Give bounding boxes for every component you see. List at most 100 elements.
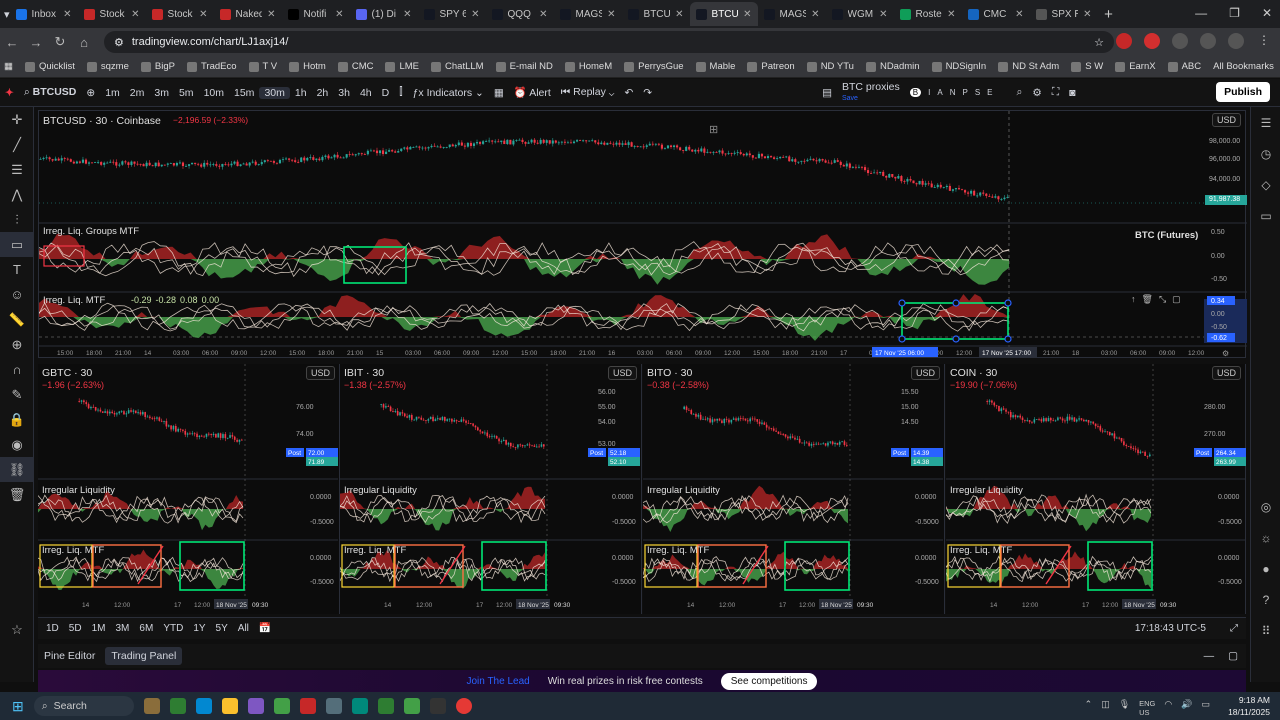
browser-tab[interactable]: Stock ✕ — [78, 2, 146, 26]
main-chart[interactable]: 98,000.00 96,000.00 94,000.00 91,987.38 0.50… — [38, 110, 1247, 358]
app-icon[interactable] — [403, 698, 420, 714]
maximize-panel-icon[interactable]: ▢ — [1228, 650, 1238, 662]
tab-close-icon[interactable]: ✕ — [403, 9, 411, 20]
alert-button[interactable]: ⏰ Alert — [509, 86, 556, 99]
tab-close-icon[interactable]: ✕ — [539, 9, 547, 20]
tv-logo-icon[interactable]: ✦ — [0, 87, 19, 99]
tab-close-icon[interactable]: ✕ — [675, 9, 683, 20]
undo-icon[interactable]: ↶ — [619, 87, 638, 99]
browser-tab[interactable]: Notifi ✕ — [282, 2, 350, 26]
app-icon[interactable] — [143, 698, 160, 714]
symbol-search[interactable]: ⌕ BTCUSD — [19, 86, 82, 99]
bookmark-item[interactable]: ND YTu — [806, 61, 854, 72]
sub-chart-ibit[interactable]: 56.00 55.00 54.00 53.00 Post 52.18 52.10 0.0000… — [340, 364, 642, 614]
browser-tab[interactable]: SPY 6 ✕ — [418, 2, 486, 26]
watchlist-icon[interactable]: ☰ — [1251, 107, 1280, 138]
bookmark-item[interactable]: Hotm — [289, 61, 326, 72]
ideas-icon[interactable]: ☼ — [1251, 522, 1280, 553]
tab-close-icon[interactable]: ✕ — [199, 9, 207, 20]
tray-chevron-icon[interactable]: ⌃ — [1085, 699, 1093, 717]
date-range-icon[interactable]: 📅 — [259, 623, 271, 634]
browser-tab[interactable]: Stock ✕ — [146, 2, 214, 26]
minimize-icon[interactable]: — — [1195, 6, 1207, 20]
interval-15m[interactable]: 15m — [229, 87, 259, 99]
letter-i-icon[interactable]: I — [928, 88, 930, 97]
interval-10m[interactable]: 10m — [199, 87, 229, 99]
rectangle-handle[interactable] — [898, 299, 906, 307]
star-icon[interactable]: ☆ — [0, 617, 34, 642]
ruler-icon[interactable]: 📏 — [0, 307, 34, 332]
chat-icon[interactable]: ▭ — [1251, 200, 1280, 231]
publish-button[interactable]: Publish — [1216, 82, 1270, 102]
bookmark-item[interactable]: CMC — [337, 61, 373, 72]
rectangle-handle[interactable] — [952, 335, 960, 343]
letter-p-icon[interactable]: P — [962, 88, 967, 97]
bookmark-item[interactable]: NDSignIn — [931, 61, 986, 72]
tab-close-icon[interactable]: ✕ — [811, 9, 819, 20]
letter-s-icon[interactable]: S — [975, 88, 980, 97]
letter-e-icon[interactable]: E — [987, 88, 992, 97]
tab-scroll-icon[interactable]: ▾ — [4, 8, 10, 21]
pine-editor-tab[interactable]: Pine Editor — [44, 650, 95, 662]
chrome-icon[interactable] — [455, 698, 472, 714]
browser-tab[interactable]: BTCU ✕ — [689, 2, 758, 26]
emoji-icon[interactable]: ☺ — [0, 282, 34, 307]
lang-indicator[interactable]: ENG US — [1139, 699, 1155, 717]
tab-close-icon[interactable]: ✕ — [879, 9, 887, 20]
apps-grid-icon[interactable]: ⠿ — [1251, 615, 1280, 646]
settings-app-icon[interactable] — [325, 698, 342, 714]
alerts-clock-icon[interactable]: ◷ — [1251, 138, 1280, 169]
letter-b-icon[interactable]: B — [909, 88, 922, 97]
browser-tab[interactable]: Naked ✕ — [214, 2, 282, 26]
redo-icon[interactable]: ↷ — [638, 87, 657, 99]
rectangle-handle[interactable] — [1004, 335, 1012, 343]
url-field[interactable]: ⚙ tradingview.com/chart/LJ1axj14/ ☆ — [104, 31, 1114, 53]
pencil-icon[interactable]: ✎ — [0, 382, 34, 407]
letter-n-icon[interactable]: N — [950, 88, 956, 97]
rectangle-handle[interactable] — [1004, 299, 1012, 307]
layers-icon[interactable]: ◇ — [1251, 169, 1280, 200]
tab-close-icon[interactable]: ✕ — [607, 9, 615, 20]
interval-5m[interactable]: 5m — [174, 87, 199, 99]
mic-icon[interactable]: 🎙 — [1119, 699, 1130, 717]
browser-tab[interactable]: MAGS ✕ — [554, 2, 622, 26]
currency-selector[interactable]: USD — [1211, 113, 1241, 127]
tab-close-icon[interactable]: ✕ — [267, 9, 275, 20]
back-icon[interactable]: ← — [0, 35, 24, 50]
currency-selector[interactable]: USD — [607, 366, 637, 380]
fib-icon[interactable]: ☰ — [0, 157, 34, 182]
app-icon[interactable] — [195, 698, 212, 714]
notifications-icon[interactable]: ● — [1251, 553, 1280, 584]
letter-a-icon[interactable]: A — [937, 88, 942, 97]
candle-type-icon[interactable]: ⫿ — [394, 86, 407, 99]
tab-close-icon[interactable]: ✕ — [471, 9, 479, 20]
bookmark-item[interactable]: EarnX — [1115, 61, 1156, 72]
indicators-button[interactable]: ƒx Indicators ⌄ — [408, 87, 489, 99]
interval-1m[interactable]: 1m — [100, 87, 125, 99]
camera-icon[interactable]: ◙ — [1064, 87, 1080, 99]
bookmark-item[interactable]: HomeM — [564, 61, 612, 72]
browser-tab[interactable]: SPX R ✕ — [1030, 2, 1098, 26]
browser-tab[interactable]: (1) Di ✕ — [350, 2, 418, 26]
app-icon[interactable] — [247, 698, 264, 714]
tab-close-icon[interactable]: ✕ — [131, 9, 139, 20]
tab-close-icon[interactable]: ✕ — [63, 9, 71, 20]
browser-tab[interactable]: BTCU ✕ — [622, 2, 690, 26]
crosshair-icon[interactable]: ✛ — [0, 107, 34, 132]
object-tree-icon[interactable]: ⊞ — [709, 123, 718, 136]
maximize-icon[interactable]: ❐ — [1229, 6, 1240, 20]
taskbar-clock[interactable]: 9:18 AM 18/11/2025 — [1228, 694, 1270, 718]
range-YTD[interactable]: YTD — [163, 623, 183, 634]
highlight-box[interactable] — [1087, 541, 1153, 591]
interval-4h[interactable]: 4h — [355, 87, 377, 99]
templates-icon[interactable]: ▦ — [489, 87, 509, 99]
help-icon[interactable]: ? — [1251, 584, 1280, 615]
bookmark-item[interactable]: T V — [248, 61, 277, 72]
trading-panel-tab[interactable]: Trading Panel — [105, 647, 183, 665]
compare-add-icon[interactable]: ⊕ — [81, 87, 100, 99]
tab-close-icon[interactable]: ✕ — [947, 9, 955, 20]
bookmark-item[interactable]: PerrysGue — [624, 61, 684, 72]
extensions-puzzle-icon[interactable] — [1200, 33, 1216, 49]
tab-close-icon[interactable]: ✕ — [335, 9, 343, 20]
browser-tab[interactable]: Roste ✕ — [894, 2, 962, 26]
